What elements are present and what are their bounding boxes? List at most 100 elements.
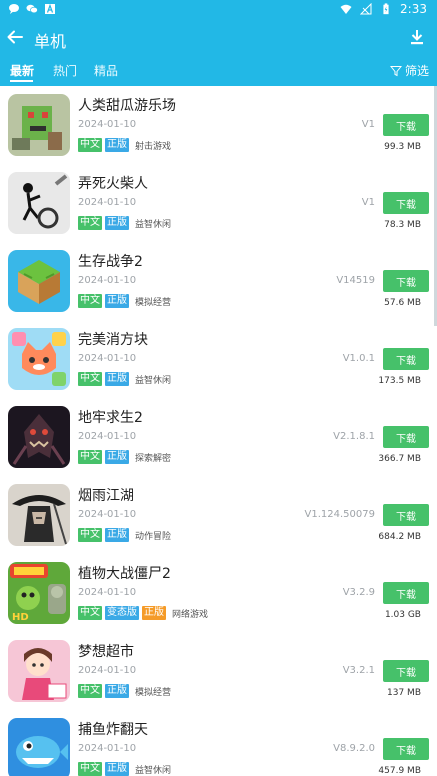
download-button[interactable]: 下载	[383, 270, 429, 292]
app-version: V8.9.2.0	[333, 743, 375, 754]
release-date: 2024-01-10	[78, 587, 137, 598]
app-version: V3.2.1	[342, 665, 375, 676]
wechat-icon	[26, 4, 38, 14]
list-item[interactable]: 烟雨江湖 2024-01-10 中文 正版 动作冒险 V1.124.50079 …	[0, 476, 437, 555]
tag-list: 中文 正版 探索解密	[78, 450, 171, 464]
tag-official: 正版	[105, 684, 129, 698]
release-date: 2024-01-10	[78, 743, 137, 754]
misty-jianghu-icon	[8, 484, 70, 546]
app-version: V3.2.9	[342, 587, 375, 598]
dream-supermarket-icon	[8, 640, 70, 702]
app-version: V1	[361, 197, 375, 208]
list-item[interactable]: 生存战争2 2024-01-10 中文 正版 模拟经营 V14519 下载 57…	[0, 242, 437, 321]
block-puzzle-icon	[8, 328, 70, 390]
filter-button[interactable]: 筛选	[389, 62, 429, 79]
chat-bubble-icon	[9, 4, 19, 14]
file-size: 684.2 MB	[378, 532, 421, 542]
tag-list: 中文 正版 益智休闲	[78, 372, 171, 386]
app-name: 地牢求生2	[78, 410, 143, 426]
list-item[interactable]: HD 植物大战僵尸2 2024-01-10 中文 变态版 正版 网络游戏 V3.…	[0, 554, 437, 633]
tag-list: 中文 正版 模拟经营	[78, 294, 171, 308]
back-arrow-icon[interactable]	[6, 28, 24, 46]
release-date: 2024-01-10	[78, 665, 137, 676]
tag-chinese: 中文	[78, 606, 102, 620]
tag-modded: 变态版	[105, 606, 139, 620]
download-button[interactable]: 下载	[383, 192, 429, 214]
category-label: 益智休闲	[135, 765, 172, 776]
tag-chinese: 中文	[78, 528, 102, 542]
tag-chinese: 中文	[78, 684, 102, 698]
list-item[interactable]: 弄死火柴人 2024-01-10 中文 正版 益智休闲 V1 下载 78.3 M…	[0, 164, 437, 243]
tag-list: 中文 变态版 正版 网络游戏	[78, 606, 208, 620]
download-icon[interactable]	[409, 28, 425, 46]
app-bar: 单机	[0, 20, 437, 56]
file-size: 137 MB	[387, 688, 421, 698]
list-item[interactable]: 地牢求生2 2024-01-10 中文 正版 探索解密 V2.1.8.1 下载 …	[0, 398, 437, 477]
active-tab-indicator	[10, 80, 33, 82]
download-button[interactable]: 下载	[383, 504, 429, 526]
file-size: 457.9 MB	[378, 766, 421, 776]
plants-vs-zombies-icon: HD	[8, 562, 70, 624]
tag-list: 中文 正版 动作冒险	[78, 528, 171, 542]
file-size: 366.7 MB	[378, 454, 421, 464]
list-item[interactable]: 捕鱼炸翻天 2024-01-10 中文 正版 益智休闲 V8.9.2.0 下载 …	[0, 710, 437, 776]
app-name: 人类甜瓜游乐场	[78, 98, 176, 114]
category-label: 益智休闲	[135, 375, 172, 386]
release-date: 2024-01-10	[78, 275, 137, 286]
list-item[interactable]: 人类甜瓜游乐场 2024-01-10 中文 正版 射击游戏 V1 下载 99.3…	[0, 86, 437, 165]
app-version: V1.0.1	[342, 353, 375, 364]
app-name: 生存战争2	[78, 254, 143, 270]
tag-official: 正版	[142, 606, 166, 620]
filter-icon	[389, 65, 402, 76]
app-name: 烟雨江湖	[78, 488, 134, 504]
file-size: 1.03 GB	[384, 610, 421, 620]
list-item[interactable]: 梦想超市 2024-01-10 中文 正版 模拟经营 V3.2.1 下载 137…	[0, 632, 437, 711]
release-date: 2024-01-10	[78, 119, 137, 130]
signal-icon	[360, 3, 372, 15]
tag-chinese: 中文	[78, 372, 102, 386]
tag-list: 中文 正版 模拟经营	[78, 684, 171, 698]
app-name: 完美消方块	[78, 332, 148, 348]
tag-chinese: 中文	[78, 294, 102, 308]
category-label: 射击游戏	[135, 141, 172, 152]
category-label: 益智休闲	[135, 219, 172, 230]
app-list: 人类甜瓜游乐场 2024-01-10 中文 正版 射击游戏 V1 下载 99.3…	[0, 86, 437, 776]
tag-official: 正版	[105, 138, 129, 152]
download-button[interactable]: 下载	[383, 114, 429, 136]
tab-latest[interactable]: 最新	[10, 62, 34, 79]
app-version: V14519	[336, 275, 375, 286]
download-button[interactable]: 下载	[383, 738, 429, 760]
download-button[interactable]: 下载	[383, 348, 429, 370]
melon-playground-icon	[8, 94, 70, 156]
tab-featured[interactable]: 精品	[94, 62, 118, 79]
text-a-icon	[45, 3, 55, 14]
tag-official: 正版	[105, 294, 129, 308]
tag-chinese: 中文	[78, 450, 102, 464]
file-size: 99.3 MB	[384, 142, 421, 152]
survivalcraft-icon	[8, 250, 70, 312]
download-button[interactable]: 下载	[383, 660, 429, 682]
tag-official: 正版	[105, 528, 129, 542]
category-label: 探索解密	[135, 453, 172, 464]
tag-list: 中文 正版 射击游戏	[78, 138, 171, 152]
tag-list: 中文 正版 益智休闲	[78, 216, 171, 230]
tag-official: 正版	[105, 216, 129, 230]
stickman-icon	[8, 172, 70, 234]
tab-popular[interactable]: 热门	[53, 62, 77, 79]
download-button[interactable]: 下载	[383, 582, 429, 604]
tag-official: 正版	[105, 762, 129, 776]
tag-chinese: 中文	[78, 138, 102, 152]
app-name: 弄死火柴人	[78, 176, 148, 192]
release-date: 2024-01-10	[78, 509, 137, 520]
fishing-game-icon	[8, 718, 70, 776]
filter-label: 筛选	[404, 64, 429, 78]
category-label: 模拟经营	[135, 297, 172, 308]
file-size: 173.5 MB	[378, 376, 421, 386]
download-button[interactable]: 下载	[383, 426, 429, 448]
battery-icon	[383, 3, 389, 15]
release-date: 2024-01-10	[78, 197, 137, 208]
category-label: 模拟经营	[135, 687, 172, 698]
svg-text:HD: HD	[12, 612, 29, 623]
page-title: 单机	[34, 32, 67, 51]
list-item[interactable]: 完美消方块 2024-01-10 中文 正版 益智休闲 V1.0.1 下载 17…	[0, 320, 437, 399]
